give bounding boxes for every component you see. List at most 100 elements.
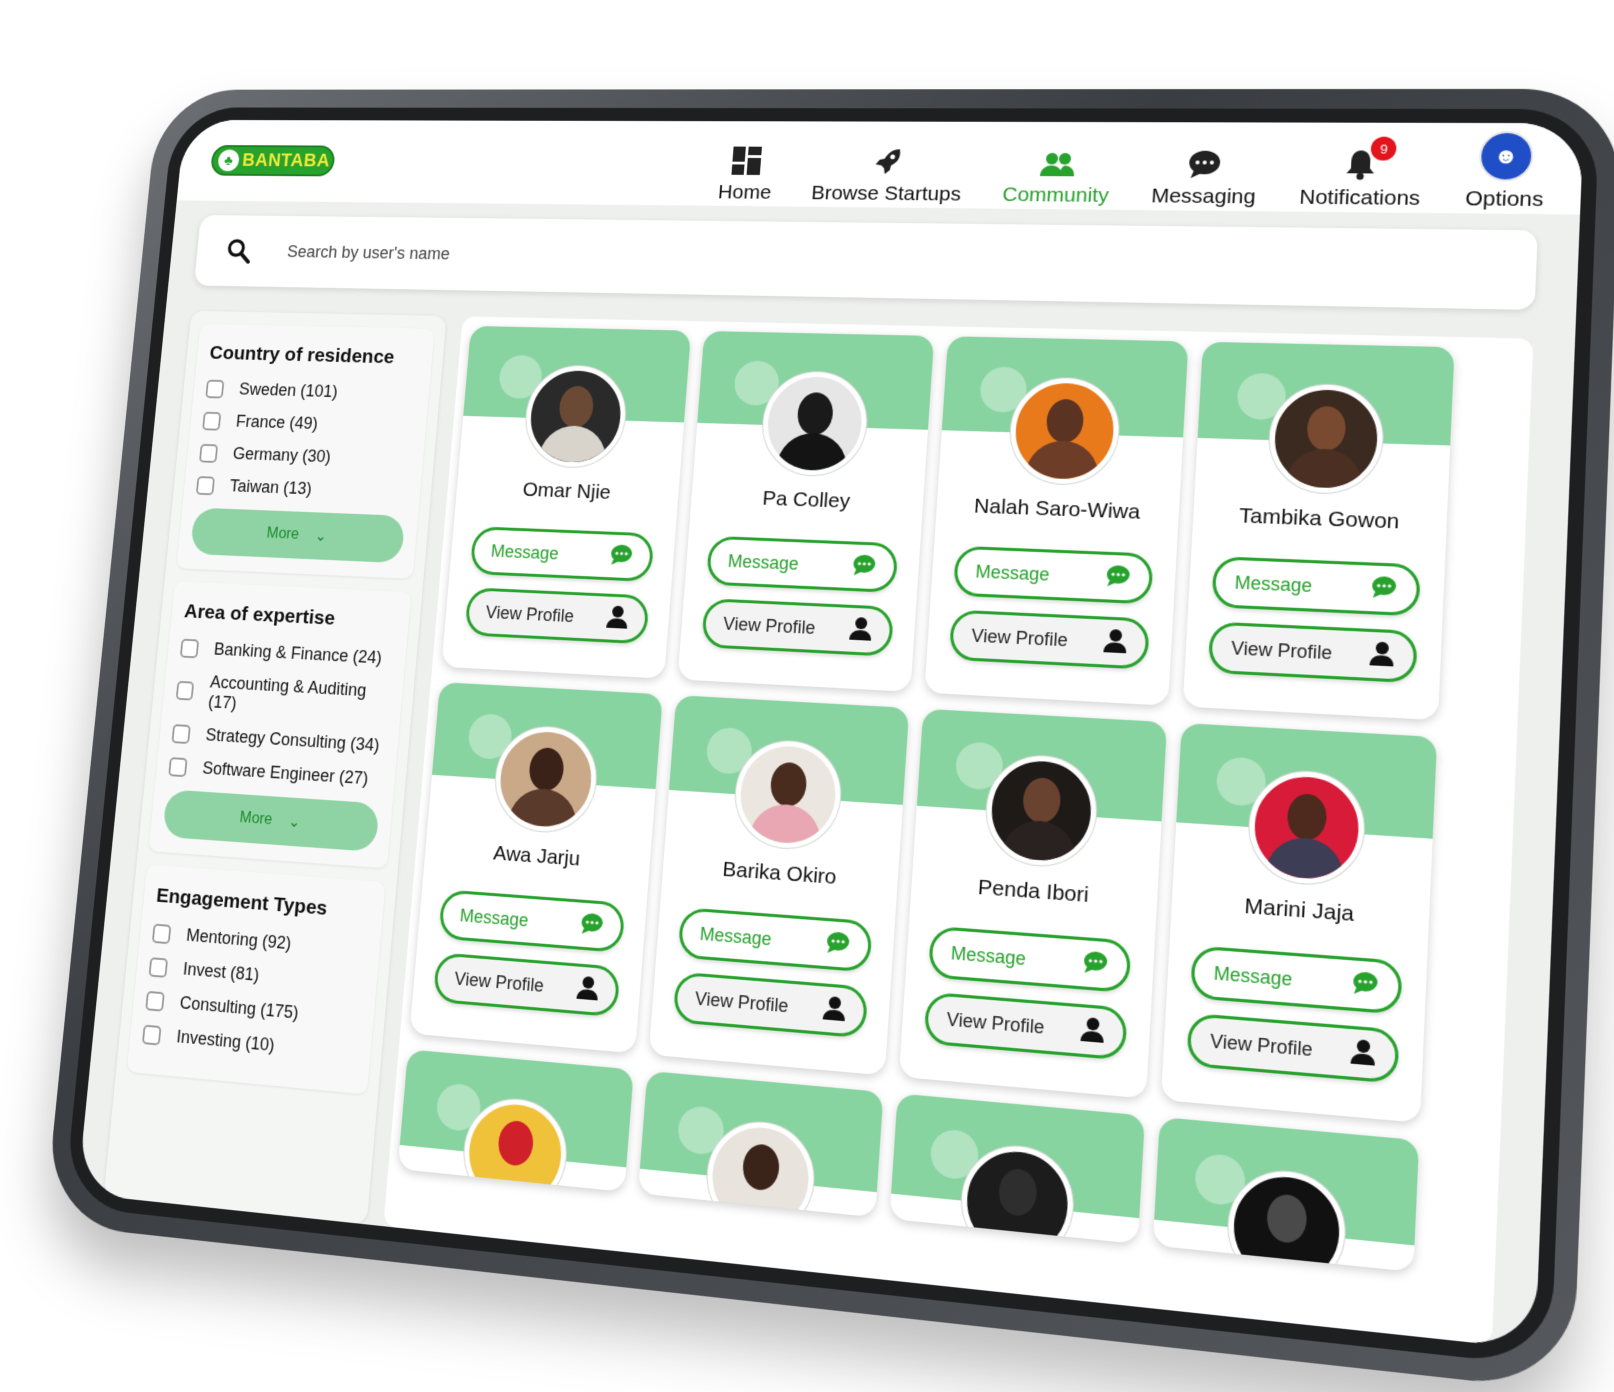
checkbox[interactable] — [202, 411, 222, 431]
nav-home[interactable]: Home — [717, 142, 775, 205]
nav-notifications[interactable]: 9 Notifications — [1298, 136, 1423, 211]
checkbox[interactable] — [171, 723, 191, 744]
app-screen: ♣ BANTABA Home Browse Startups Community… — [77, 119, 1584, 1350]
member-card-partial — [1152, 1116, 1420, 1272]
message-button[interactable]: Message — [1211, 556, 1421, 617]
bell-icon: 9 — [1345, 136, 1398, 180]
option-label: Software Engineer (27) — [201, 758, 370, 789]
message-button[interactable]: Message — [952, 545, 1154, 605]
view-profile-button[interactable]: View Profile — [432, 952, 621, 1018]
view-profile-button[interactable]: View Profile — [701, 598, 895, 657]
filter-option[interactable]: Germany (30) — [199, 443, 411, 470]
view-profile-label: View Profile — [946, 1008, 1045, 1038]
more-button[interactable]: More ⌄ — [162, 789, 380, 852]
member-card: Penda Ibori Message View Profile — [898, 708, 1168, 1099]
message-label: Message — [950, 942, 1027, 969]
option-label: Investing (10) — [175, 1026, 276, 1056]
message-button[interactable]: Message — [1189, 945, 1403, 1015]
filter-option[interactable]: Invest (81) — [148, 956, 365, 994]
nav-notifications-label: Notifications — [1298, 185, 1421, 210]
message-button[interactable]: Message — [705, 535, 899, 593]
message-button[interactable]: Message — [469, 526, 655, 582]
chat-bubble-icon — [609, 543, 634, 570]
rocket-icon — [871, 142, 904, 177]
nav-messaging[interactable]: Messaging — [1151, 144, 1259, 210]
search-icon[interactable] — [225, 238, 252, 264]
message-label: Message — [974, 561, 1051, 585]
checkbox[interactable] — [199, 443, 219, 463]
filter-title: Country of residence — [208, 342, 396, 368]
member-card: Barika Okiro Message View Profile — [648, 695, 910, 1076]
checkbox[interactable] — [195, 475, 216, 495]
view-profile-label: View Profile — [1230, 637, 1333, 663]
more-label: More — [265, 525, 300, 543]
filter-option[interactable]: Investing (10) — [141, 1024, 358, 1064]
option-label: Strategy Consulting (34) — [204, 725, 381, 755]
message-label: Message — [699, 923, 773, 949]
chat-bubble-icon — [851, 553, 876, 581]
option-label: Banking & Finance (24) — [213, 639, 383, 668]
checkbox[interactable] — [148, 956, 169, 978]
nav-menu: Home Browse Startups Community Messaging… — [717, 130, 1547, 213]
view-profile-button[interactable]: View Profile — [948, 609, 1150, 670]
chat-bubble-icon — [825, 930, 851, 959]
tablet-frame: ♣ BANTABA Home Browse Startups Community… — [44, 88, 1614, 1392]
people-icon — [1039, 143, 1075, 178]
filter-option[interactable]: Sweden (101) — [205, 379, 417, 404]
filter-option[interactable]: France (49) — [202, 411, 414, 437]
filter-title: Area of expertise — [183, 600, 336, 630]
nav-browse-startups[interactable]: Browse Startups — [810, 142, 964, 206]
chat-bubble-icon — [1082, 949, 1109, 979]
filter-option[interactable]: Banking & Finance (24) — [179, 638, 394, 669]
filter-option[interactable]: Taiwan (13) — [195, 475, 408, 502]
bantaba-logo[interactable]: ♣ BANTABA — [209, 145, 336, 177]
view-profile-button[interactable]: View Profile — [672, 971, 869, 1039]
checkbox[interactable] — [175, 680, 195, 701]
option-label: Accounting & Auditing (17) — [207, 672, 368, 713]
message-button[interactable]: Message — [677, 907, 873, 973]
view-profile-button[interactable]: View Profile — [1207, 621, 1418, 684]
member-name: Nalah Saro-Wiwa — [973, 494, 1141, 524]
checkbox[interactable] — [145, 990, 165, 1012]
checkbox[interactable] — [168, 756, 188, 777]
message-label: Message — [727, 550, 800, 574]
checkbox[interactable] — [141, 1024, 162, 1046]
nav-community[interactable]: Community — [1002, 143, 1112, 208]
checkbox[interactable] — [205, 379, 225, 399]
filter-option[interactable]: Consulting (175) — [145, 990, 361, 1029]
option-label: Invest (81) — [182, 958, 261, 985]
checkbox[interactable] — [179, 638, 200, 658]
message-button[interactable]: Message — [927, 925, 1132, 994]
option-label: Sweden (101) — [238, 379, 339, 401]
view-profile-button[interactable]: View Profile — [1186, 1012, 1400, 1084]
view-profile-label: View Profile — [970, 625, 1069, 650]
member-card: Tambika Gowon Message View Profile — [1182, 341, 1455, 721]
nav-browse-startups-label: Browse Startups — [810, 182, 962, 206]
filter-option[interactable]: Strategy Consulting (34) — [171, 723, 385, 756]
checkbox[interactable] — [151, 923, 172, 944]
chat-bubble-icon — [1351, 970, 1379, 1001]
nav-options-label: Options — [1464, 187, 1544, 212]
nav-options[interactable]: ☻ Options — [1464, 130, 1547, 212]
filter-engagement: Engagement Types Mentoring (92) Invest (… — [126, 864, 386, 1095]
user-icon — [1080, 1015, 1105, 1047]
top-navbar: ♣ BANTABA Home Browse Startups Community… — [176, 119, 1584, 215]
more-button[interactable]: More ⌄ — [190, 507, 406, 564]
search-input[interactable] — [284, 240, 1139, 276]
member-name: Marini Jaja — [1243, 894, 1355, 927]
tablet-bezel: ♣ BANTABA Home Browse Startups Community… — [63, 107, 1600, 1367]
message-label: Message — [459, 905, 530, 931]
chat-bubble-icon — [579, 911, 604, 940]
message-button[interactable]: Message — [438, 889, 626, 953]
chevron-down-icon: ⌄ — [287, 813, 302, 832]
filter-option[interactable]: Accounting & Auditing (17) — [175, 671, 391, 723]
option-label: Mentoring (92) — [185, 925, 293, 954]
view-profile-button[interactable]: View Profile — [923, 991, 1128, 1061]
view-profile-button[interactable]: View Profile — [464, 587, 650, 645]
filter-option[interactable]: Software Engineer (27) — [168, 756, 383, 790]
filter-option[interactable]: Mentoring (92) — [151, 923, 368, 961]
member-card-partial — [889, 1093, 1146, 1244]
community-grid-panel: Omar Njie Message View Profile Pa Colley… — [383, 316, 1534, 1345]
member-name: Tambika Gowon — [1238, 504, 1400, 534]
option-label: Consulting (175) — [178, 992, 300, 1023]
